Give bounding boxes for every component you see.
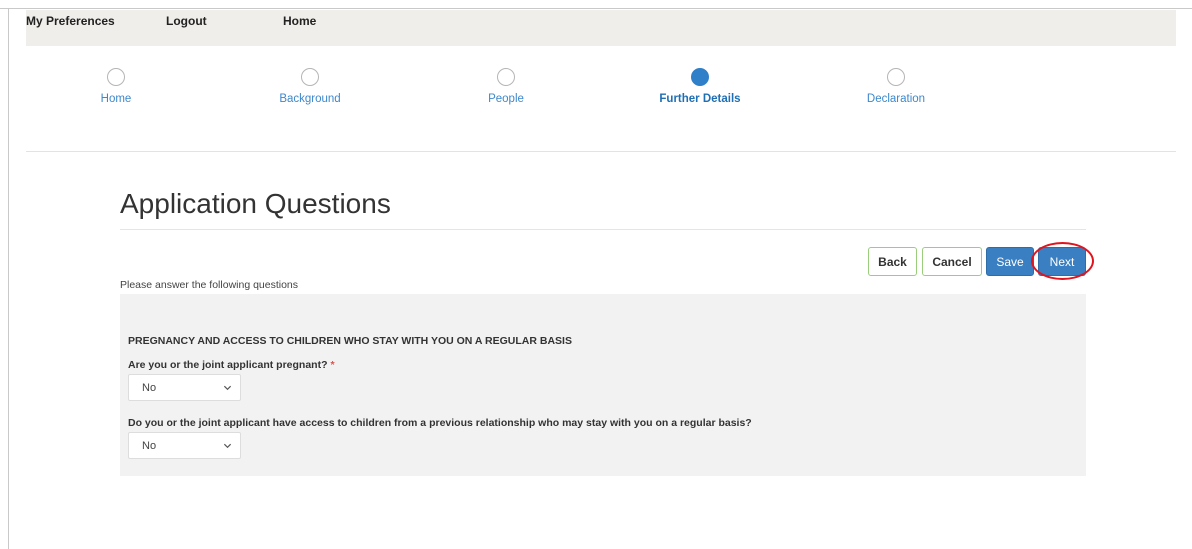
- required-marker: *: [330, 359, 335, 371]
- step-label: Declaration: [866, 93, 926, 105]
- select-value: No: [142, 382, 157, 394]
- title-divider: [120, 229, 1086, 230]
- nav-link-home[interactable]: Home: [283, 14, 316, 28]
- question-text: Are you or the joint applicant pregnant?: [128, 359, 328, 371]
- step-further-details[interactable]: Further Details: [620, 60, 780, 105]
- step-circle-active-icon: [691, 68, 709, 86]
- question-pregnant-label: Are you or the joint applicant pregnant?…: [128, 359, 335, 371]
- section-heading: PREGNANCY AND ACCESS TO CHILDREN WHO STA…: [128, 335, 572, 347]
- step-circle-icon: [107, 68, 125, 86]
- chevron-down-icon: [223, 443, 232, 449]
- step-declaration[interactable]: Declaration: [816, 60, 976, 105]
- nav-link-logout[interactable]: Logout: [166, 14, 207, 28]
- instructions-text: Please answer the following questions: [120, 279, 299, 291]
- window-left-edge: [8, 9, 9, 549]
- access-children-select[interactable]: No: [128, 432, 241, 459]
- chevron-down-icon: [223, 385, 232, 391]
- question-text: Do you or the joint applicant have acces…: [128, 417, 752, 429]
- next-button-highlight-circle: [1031, 242, 1094, 280]
- step-label: People: [488, 93, 524, 105]
- nav-link-my-preferences[interactable]: My Preferences: [26, 14, 115, 28]
- step-circle-icon: [301, 68, 319, 86]
- pregnant-select[interactable]: No: [128, 374, 241, 401]
- step-people[interactable]: People: [426, 60, 586, 105]
- page-title: Application Questions: [120, 188, 391, 219]
- cancel-button[interactable]: Cancel: [922, 247, 982, 276]
- step-label: Home: [100, 93, 132, 105]
- step-circle-icon: [887, 68, 905, 86]
- window-top-edge: [0, 0, 1192, 9]
- back-button[interactable]: Back: [868, 247, 917, 276]
- save-button[interactable]: Save: [986, 247, 1034, 276]
- step-background[interactable]: Background: [230, 60, 390, 105]
- progress-steps: Home Background People Further Details D…: [26, 60, 1176, 152]
- top-navigation: My Preferences Logout Home: [26, 10, 1176, 46]
- step-label: Background: [279, 93, 341, 105]
- question-access-children-label: Do you or the joint applicant have acces…: [128, 417, 752, 429]
- step-circle-icon: [497, 68, 515, 86]
- step-label: Further Details: [659, 93, 741, 105]
- step-home[interactable]: Home: [36, 60, 196, 105]
- select-value: No: [142, 440, 157, 452]
- questions-panel: PREGNANCY AND ACCESS TO CHILDREN WHO STA…: [120, 294, 1086, 476]
